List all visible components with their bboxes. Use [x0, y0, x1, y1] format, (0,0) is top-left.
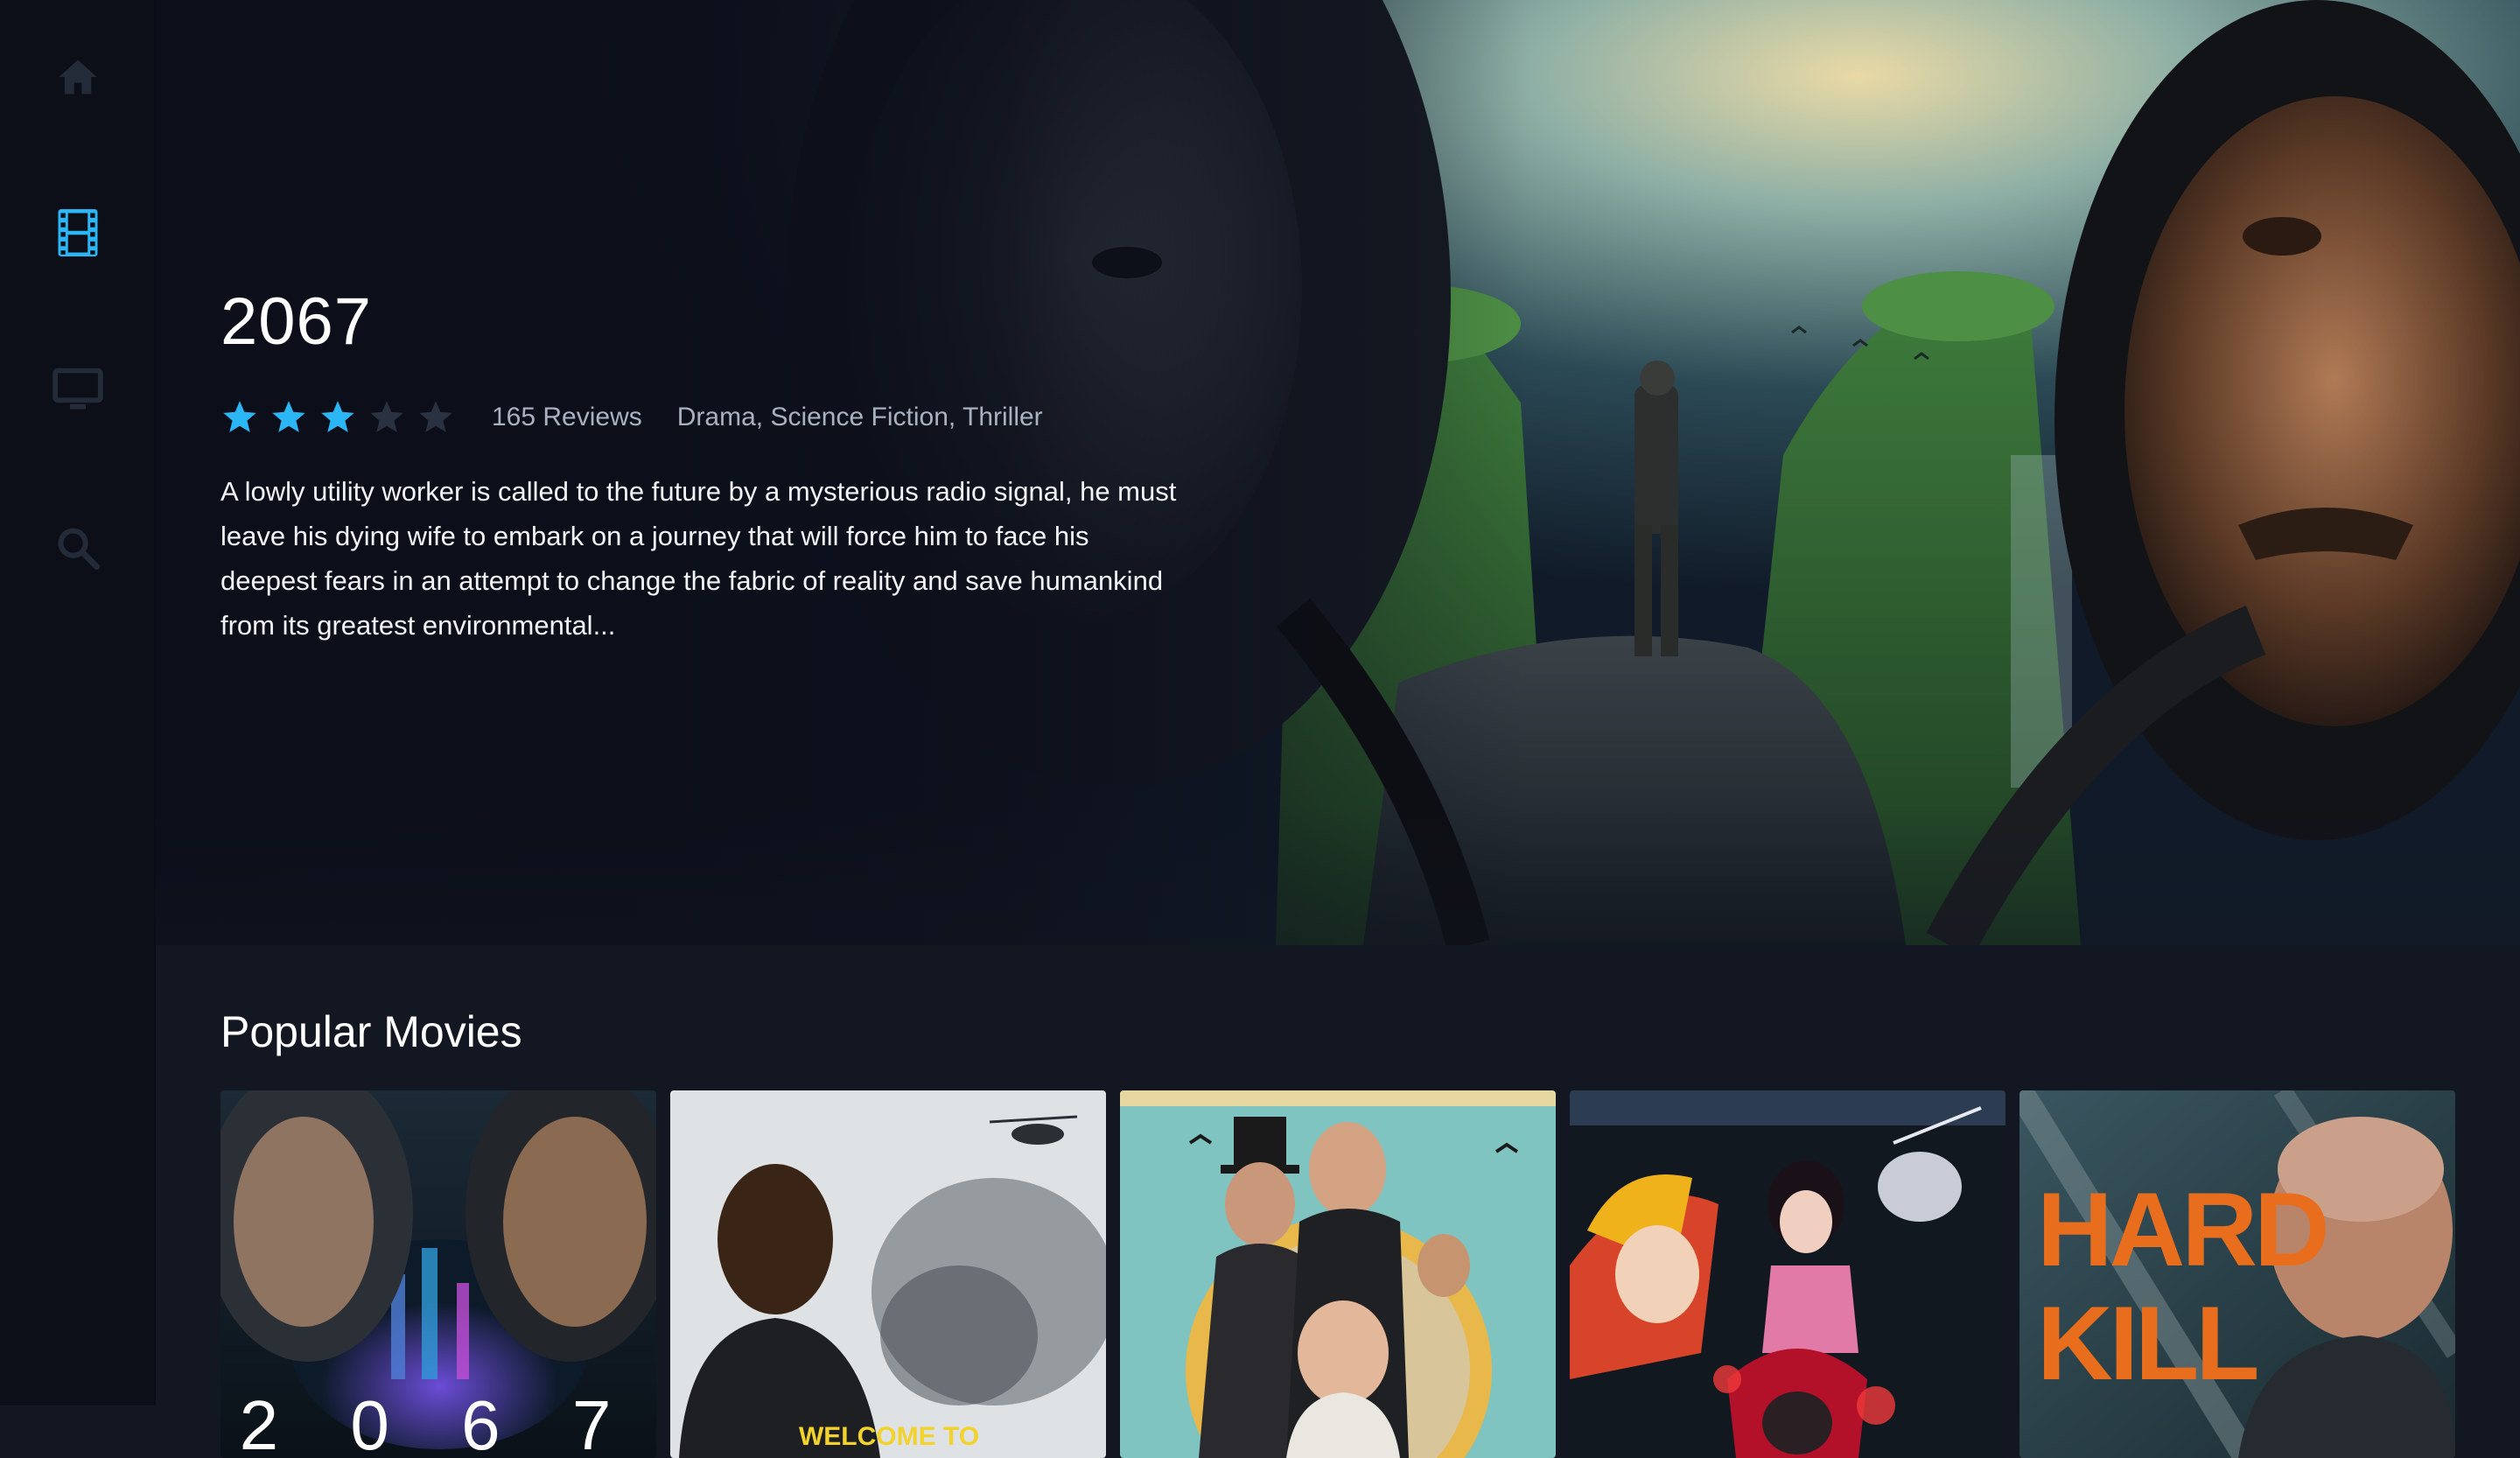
star-empty-icon: [370, 401, 403, 432]
poster-hard-kill[interactable]: HARD KILL: [2020, 1090, 2455, 1458]
tv-icon: [52, 368, 103, 410]
poster-2067-image: 2 0 6 7: [220, 1090, 656, 1458]
poster-welcome-image: WELCOME TO: [670, 1090, 1106, 1458]
nav-item-search[interactable]: [0, 495, 156, 600]
hero-banner[interactable]: 2067 165 Reviews Drama, Science Fiction,…: [156, 0, 2520, 945]
hero-overview: A lowly utility worker is called to the …: [220, 476, 1177, 641]
poster-hard-kill-label-2: KILL: [2037, 1285, 2257, 1402]
poster-demon-slayer-image: [1570, 1090, 2006, 1458]
hero-bottom-fade: [156, 805, 2520, 945]
sidebar: [0, 0, 156, 1405]
poster-welcome-to-sudden-death[interactable]: WELCOME TO: [670, 1090, 1106, 1458]
review-count: 165 Reviews: [492, 403, 642, 431]
poster-hard-kill-image: HARD KILL: [2020, 1090, 2455, 1458]
star-filled-icon: [321, 401, 354, 432]
nav-item-home[interactable]: [0, 25, 156, 130]
poster-enola-image: [1120, 1090, 1556, 1458]
hero-title: 2067: [220, 284, 373, 359]
film-icon: [58, 209, 98, 256]
section-title-popular-movies: Popular Movies: [220, 1007, 522, 1056]
search-icon: [58, 528, 101, 571]
poster-enola-holmes[interactable]: [1120, 1090, 1556, 1458]
poster-hard-kill-label: HARD: [2037, 1171, 2327, 1288]
popular-movies-row: 2 0 6 7 WELCOME TO HARD KILL: [220, 1090, 2469, 1458]
poster-demon-slayer[interactable]: [1570, 1090, 2006, 1458]
star-filled-icon: [223, 401, 256, 432]
hero-meta: 165 Reviews Drama, Science Fiction, Thri…: [220, 396, 1200, 439]
nav-item-tv[interactable]: [0, 338, 156, 443]
star-empty-icon: [419, 401, 452, 432]
genre-list: Drama, Science Fiction, Thriller: [676, 403, 1043, 431]
poster-2067[interactable]: 2 0 6 7: [220, 1090, 656, 1458]
rating-stars: [220, 398, 466, 437]
home-icon: [59, 60, 97, 95]
nav-item-movies[interactable]: [0, 180, 156, 285]
poster-welcome-label: WELCOME TO: [799, 1422, 979, 1451]
star-filled-icon: [272, 401, 305, 432]
poster-2067-label: 2 0 6 7: [240, 1386, 638, 1458]
hero-details: 2067 165 Reviews Drama, Science Fiction,…: [220, 289, 1200, 675]
